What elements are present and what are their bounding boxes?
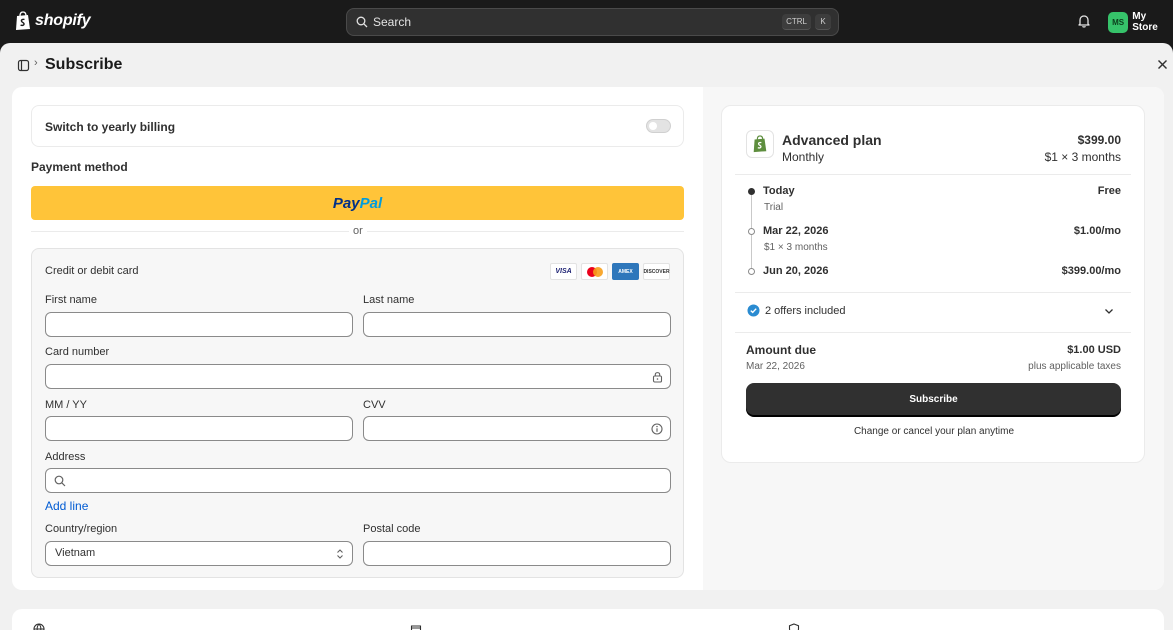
sidebar-toggle-icon[interactable] bbox=[17, 59, 30, 72]
search-placeholder: Search bbox=[373, 15, 412, 29]
timeline-amount: Free bbox=[1097, 185, 1121, 197]
amount-due-value: $1.00 USD bbox=[1067, 344, 1121, 356]
offers-label: 2 offers included bbox=[765, 304, 846, 317]
address-field[interactable] bbox=[45, 468, 671, 493]
timeline-dot bbox=[748, 268, 755, 275]
cvv-label: CVV bbox=[363, 399, 386, 411]
expiry-label: MM / YY bbox=[45, 399, 87, 411]
plan-summary-card: Advanced plan Monthly $399.00 $1 × 3 mon… bbox=[721, 105, 1145, 463]
tax-note: plus applicable taxes bbox=[1028, 361, 1121, 372]
page-header: › Subscribe bbox=[0, 43, 1173, 87]
chevron-down-icon[interactable] bbox=[1104, 308, 1114, 315]
timeline-date: Today bbox=[763, 185, 795, 197]
divider bbox=[735, 332, 1131, 333]
shopify-bag-icon bbox=[16, 11, 30, 30]
store-name: My Store bbox=[1132, 11, 1158, 33]
timeline-amount: $399.00/mo bbox=[1061, 265, 1121, 277]
kbd-ctrl: CTRL bbox=[782, 14, 811, 30]
add-line-link[interactable]: Add line bbox=[45, 499, 88, 513]
offers-toggle[interactable]: 2 offers included bbox=[747, 304, 846, 317]
store-switcher[interactable]: MS My Store bbox=[1108, 11, 1173, 33]
search-bar[interactable]: Search CTRL K bbox=[346, 8, 839, 36]
first-name-label: First name bbox=[45, 294, 97, 306]
check-circle-icon bbox=[747, 304, 760, 317]
amex-icon: AMEX bbox=[612, 263, 639, 280]
plan-price: $399.00 bbox=[1077, 133, 1121, 147]
subscribe-card: Switch to yearly billing Payment method … bbox=[12, 87, 1164, 590]
yearly-billing-row: Switch to yearly billing bbox=[31, 105, 684, 147]
plan-name: Advanced plan bbox=[782, 132, 882, 148]
card-section-title: Credit or debit card bbox=[45, 265, 139, 277]
paypal-logo-part2: Pal bbox=[359, 194, 383, 212]
store-avatar: MS bbox=[1108, 11, 1129, 33]
search-icon bbox=[54, 475, 66, 487]
timeline-amount: $1.00/mo bbox=[1073, 225, 1121, 237]
expiry-field[interactable] bbox=[45, 416, 353, 441]
store-icon bbox=[410, 625, 422, 630]
breadcrumb-chevron-icon: › bbox=[34, 57, 38, 69]
country-select[interactable]: Vietnam bbox=[45, 541, 353, 566]
amount-due-label: Amount due bbox=[746, 343, 816, 357]
page-title: Subscribe bbox=[45, 56, 123, 73]
postal-code-field[interactable] bbox=[363, 541, 671, 566]
timeline-dot bbox=[748, 188, 755, 195]
postal-code-label: Postal code bbox=[363, 523, 421, 535]
last-name-field[interactable] bbox=[363, 312, 671, 337]
card-number-label: Card number bbox=[45, 346, 110, 358]
last-name-label: Last name bbox=[363, 294, 415, 306]
search-shortcut: CTRL K bbox=[782, 14, 831, 30]
address-label: Address bbox=[45, 451, 86, 463]
first-name-field[interactable] bbox=[45, 312, 353, 337]
cvv-field[interactable] bbox=[363, 416, 671, 441]
subscribe-button[interactable]: Subscribe bbox=[746, 383, 1121, 416]
shopify-plan-icon bbox=[746, 130, 774, 158]
country-label: Country/region bbox=[45, 523, 118, 535]
features-card bbox=[12, 609, 1164, 630]
kbd-k: K bbox=[815, 14, 831, 30]
divider bbox=[735, 292, 1131, 293]
country-value: Vietnam bbox=[55, 547, 96, 559]
globe-icon bbox=[33, 623, 45, 630]
info-icon[interactable] bbox=[651, 423, 663, 435]
discover-icon: DISCOVER bbox=[643, 263, 670, 280]
credit-card-form: Credit or debit card VISA AMEX DISCOVER … bbox=[31, 248, 684, 578]
change-plan-note: Change or cancel your plan anytime bbox=[853, 426, 1015, 437]
brand-wordmark: shopify bbox=[35, 12, 91, 29]
timeline-dot bbox=[748, 228, 755, 235]
card-brands: VISA AMEX DISCOVER bbox=[550, 263, 670, 280]
yearly-billing-label: Switch to yearly billing bbox=[45, 120, 176, 134]
paypal-button[interactable]: Pay Pal bbox=[31, 186, 684, 220]
shield-icon bbox=[788, 623, 800, 630]
notifications-bell-icon[interactable] bbox=[1077, 14, 1091, 28]
yearly-billing-toggle[interactable] bbox=[646, 119, 671, 133]
main-frame: › Subscribe Switch to yearly billing Pay… bbox=[0, 43, 1173, 630]
mastercard-icon bbox=[581, 263, 608, 280]
or-label: or bbox=[349, 225, 367, 237]
divider bbox=[735, 174, 1131, 175]
plan-cycle: Monthly bbox=[782, 150, 825, 164]
search-icon bbox=[356, 16, 368, 28]
payment-method-title: Payment method bbox=[31, 160, 128, 174]
timeline-sub: $1 × 3 months bbox=[764, 242, 828, 253]
timeline-date: Jun 20, 2026 bbox=[763, 265, 829, 277]
timeline-date: Mar 22, 2026 bbox=[763, 225, 829, 237]
close-icon[interactable] bbox=[1156, 58, 1169, 71]
shopify-logo[interactable]: shopify bbox=[15, 11, 91, 31]
card-number-field[interactable] bbox=[45, 364, 671, 389]
visa-icon: VISA bbox=[550, 263, 577, 280]
select-arrows-icon bbox=[337, 549, 343, 559]
plan-rate: $1 × 3 months bbox=[1044, 150, 1121, 164]
amount-due-date: Mar 22, 2026 bbox=[746, 361, 805, 372]
paypal-logo-part1: Pay bbox=[332, 194, 360, 212]
top-bar: shopify Search CTRL K MS My Store bbox=[0, 0, 1173, 43]
lock-icon bbox=[652, 372, 663, 383]
timeline-sub: Trial bbox=[764, 202, 784, 213]
